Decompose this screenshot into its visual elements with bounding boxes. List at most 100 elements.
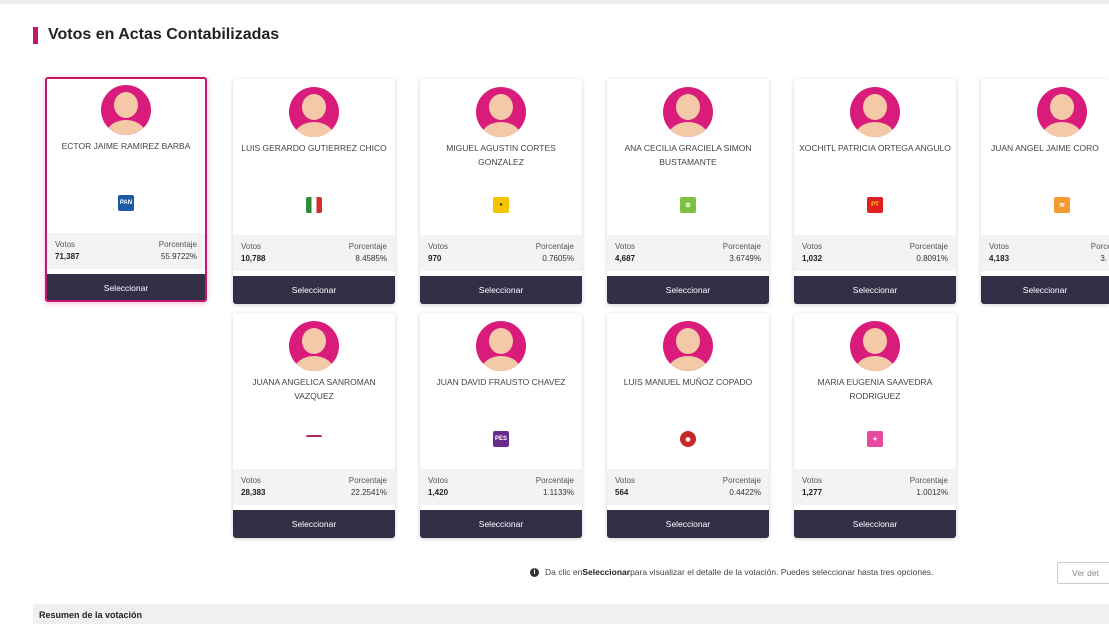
select-button[interactable]: Seleccionar xyxy=(233,510,395,538)
candidate-name: JUAN DAVID FRAUSTO CHAVEZ xyxy=(436,377,566,387)
info-text-pre: Da clic en xyxy=(545,567,583,577)
votes-value: 71,387 xyxy=(55,252,80,261)
avatar-icon xyxy=(663,321,713,371)
percent-label: Porcentaje xyxy=(909,476,948,485)
votes-label: Votos xyxy=(802,476,823,485)
percent-label: Porcentaje xyxy=(348,476,387,485)
vote-stats: Votos Porcentaje 1,277 1.0012% xyxy=(794,469,956,505)
candidate-name: MARIA EUGENIA SAAVEDRA RODRIGUEZ xyxy=(817,377,933,401)
percent-label: Porcentaje xyxy=(535,476,574,485)
percent-label: Porcentaje xyxy=(348,242,387,251)
votes-label: Votos xyxy=(55,240,76,249)
votes-label: Votos xyxy=(989,242,1010,251)
section-header: Votos en Actas Contabilizadas xyxy=(33,26,279,44)
vote-stats: Votos Porcentaje 970 0.7605% xyxy=(420,235,582,271)
percent-label: Porcentaje xyxy=(535,242,574,251)
vote-stats: Votos Porcentaje 1,032 0.8091% xyxy=(794,235,956,271)
fxm-logo-icon: ✦ xyxy=(867,431,883,447)
votes-value: 1,277 xyxy=(802,488,823,497)
votes-value: 1,032 xyxy=(802,254,823,263)
percent-label: Porcentaje xyxy=(722,476,761,485)
vote-stats: Votos Porcentaje 10,788 8.4585% xyxy=(233,235,395,271)
select-button[interactable]: Seleccionar xyxy=(981,276,1109,304)
vote-stats: Votos Porcentaje 28,383 22.2541% xyxy=(233,469,395,505)
percent-value: 0.8091% xyxy=(916,254,948,263)
select-button[interactable]: Seleccionar xyxy=(607,276,769,304)
votes-value: 1,420 xyxy=(428,488,449,497)
percent-value: 22.2541% xyxy=(350,488,387,497)
votes-value: 970 xyxy=(428,254,442,263)
candidate-name: MIGUEL AGUSTIN CORTES GONZALEZ xyxy=(446,143,556,167)
candidate-card[interactable]: JUAN DAVID FRAUSTO CHAVEZ PES Votos Porc… xyxy=(420,313,582,538)
pes-logo-icon: PES xyxy=(493,431,509,447)
select-button[interactable]: Seleccionar xyxy=(794,276,956,304)
prd-logo-icon: ● xyxy=(493,197,509,213)
percent-value: 3. xyxy=(1100,254,1107,263)
candidate-name: XOCHITL PATRICIA ORTEGA ANGULO xyxy=(799,143,951,153)
votes-value: 10,788 xyxy=(241,254,266,263)
candidate-card[interactable]: LUIS MANUEL MUÑOZ COPADO ◉ Votos Porcent… xyxy=(607,313,769,538)
summary-title: Resumen de la votación xyxy=(39,610,143,620)
info-icon: i xyxy=(530,567,539,577)
rsp-logo-icon: ◉ xyxy=(680,431,696,447)
votes-label: Votos xyxy=(615,242,636,251)
percent-value: 0.7605% xyxy=(542,254,574,263)
candidate-card[interactable]: MIGUEL AGUSTIN CORTES GONZALEZ ● Votos P… xyxy=(420,79,582,304)
percent-label: Porcentaje xyxy=(1090,242,1109,251)
candidate-name: JUANA ANGELICA SANROMAN VAZQUEZ xyxy=(252,377,376,401)
pan-logo-icon: PAN xyxy=(118,195,134,211)
avatar-icon xyxy=(663,87,713,137)
candidate-card[interactable]: JUANA ANGELICA SANROMAN VAZQUEZ Votos Po… xyxy=(233,313,395,538)
select-button[interactable]: Seleccionar xyxy=(420,510,582,538)
candidate-card[interactable]: MARIA EUGENIA SAAVEDRA RODRIGUEZ ✦ Votos… xyxy=(794,313,956,538)
morena-logo-icon xyxy=(306,435,322,443)
avatar-icon xyxy=(1037,87,1087,137)
vote-stats: Votos Porcentaje 564 0.4422% xyxy=(607,469,769,505)
section-title: Votos en Actas Contabilizadas xyxy=(48,26,280,43)
view-detail-button[interactable]: Ver det xyxy=(1057,562,1109,584)
votes-label: Votos xyxy=(428,476,449,485)
percent-label: Porcentaje xyxy=(909,242,948,251)
select-button[interactable]: Seleccionar xyxy=(47,274,205,300)
avatar-icon xyxy=(289,321,339,371)
votes-value: 4,183 xyxy=(989,254,1010,263)
percent-value: 1.1133% xyxy=(543,488,574,497)
percent-value: 1.0012% xyxy=(916,488,948,497)
votes-value: 564 xyxy=(615,488,629,497)
candidate-name: LUIS MANUEL MUÑOZ COPADO xyxy=(623,377,753,387)
info-text-bold: Seleccionar xyxy=(582,567,631,577)
percent-value: 0.4422% xyxy=(729,488,761,497)
candidate-name: JUAN ANGEL JAIME CORO xyxy=(991,143,1099,153)
top-divider xyxy=(0,0,1109,4)
votes-label: Votos xyxy=(802,242,823,251)
avatar-icon xyxy=(101,85,151,135)
votes-label: Votos xyxy=(615,476,636,485)
candidate-card[interactable]: ECTOR JAIME RAMIREZ BARBA PAN Votos Porc… xyxy=(45,77,207,302)
percent-label: Porcentaje xyxy=(722,242,761,251)
accent-bar xyxy=(33,26,38,44)
votes-value: 4,687 xyxy=(615,254,636,263)
avatar-icon xyxy=(476,321,526,371)
select-button[interactable]: Seleccionar xyxy=(794,510,956,538)
select-button[interactable]: Seleccionar xyxy=(233,276,395,304)
pt-logo-icon: PT xyxy=(867,197,883,213)
percent-value: 55.9722% xyxy=(160,252,197,261)
candidate-card[interactable]: ANA CECILIA GRACIELA SIMON BUSTAMANTE ✿ … xyxy=(607,79,769,304)
vote-stats: Votos Porcentaje 4,183 3. xyxy=(981,235,1109,271)
avatar-icon xyxy=(289,87,339,137)
select-button[interactable]: Seleccionar xyxy=(607,510,769,538)
select-button[interactable]: Seleccionar xyxy=(420,276,582,304)
summary-header: Resumen de la votación xyxy=(33,604,1109,624)
candidate-card[interactable]: JUAN ANGEL JAIME CORO ✉ Votos Porcentaje… xyxy=(981,79,1109,304)
votes-label: Votos xyxy=(241,476,262,485)
vote-stats: Votos Porcentaje 1,420 1.1133% xyxy=(420,469,582,505)
candidate-card[interactable]: XOCHITL PATRICIA ORTEGA ANGULO PT Votos … xyxy=(794,79,956,304)
candidate-card[interactable]: LUIS GERARDO GUTIERREZ CHICO Votos Porce… xyxy=(233,79,395,304)
info-message: i Da clic en Seleccionar para visualizar… xyxy=(530,567,933,577)
avatar-icon xyxy=(850,321,900,371)
votes-label: Votos xyxy=(428,242,449,251)
candidate-name: ANA CECILIA GRACIELA SIMON BUSTAMANTE xyxy=(624,143,752,167)
percent-label: Porcentaje xyxy=(158,240,197,249)
pri-logo-icon xyxy=(306,197,322,213)
pvem-logo-icon: ✿ xyxy=(680,197,696,213)
